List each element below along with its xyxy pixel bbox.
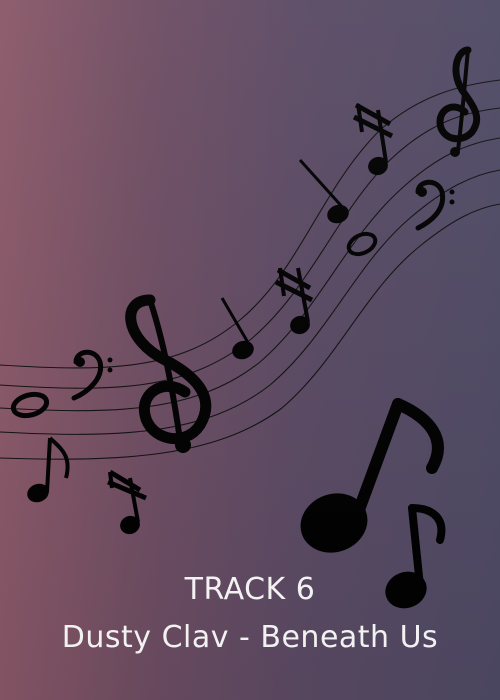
- quarter-note-upper-icon: [298, 158, 349, 224]
- treble-clef-icon: [125, 294, 212, 453]
- music-staff-lines: [0, 79, 500, 460]
- track-title-label: Dusty Clav - Beneath Us: [61, 620, 439, 655]
- treble-clef-small-icon: [436, 46, 481, 157]
- eighth-note-icon: [27, 436, 70, 503]
- track-number-label: TRACK 6: [184, 572, 316, 607]
- whole-note-right-icon: [346, 231, 378, 257]
- beamed-sixteenth-notes-center-icon: [274, 267, 314, 335]
- album-cover: TRACK 6 Dusty Clav - Beneath Us: [0, 0, 500, 700]
- whole-note-icon: [10, 391, 50, 419]
- beamed-sixteenth-notes-top-icon: [352, 102, 394, 176]
- beamed-sixteenth-notes-icon: [107, 469, 147, 535]
- bass-clef-icon: [71, 349, 113, 401]
